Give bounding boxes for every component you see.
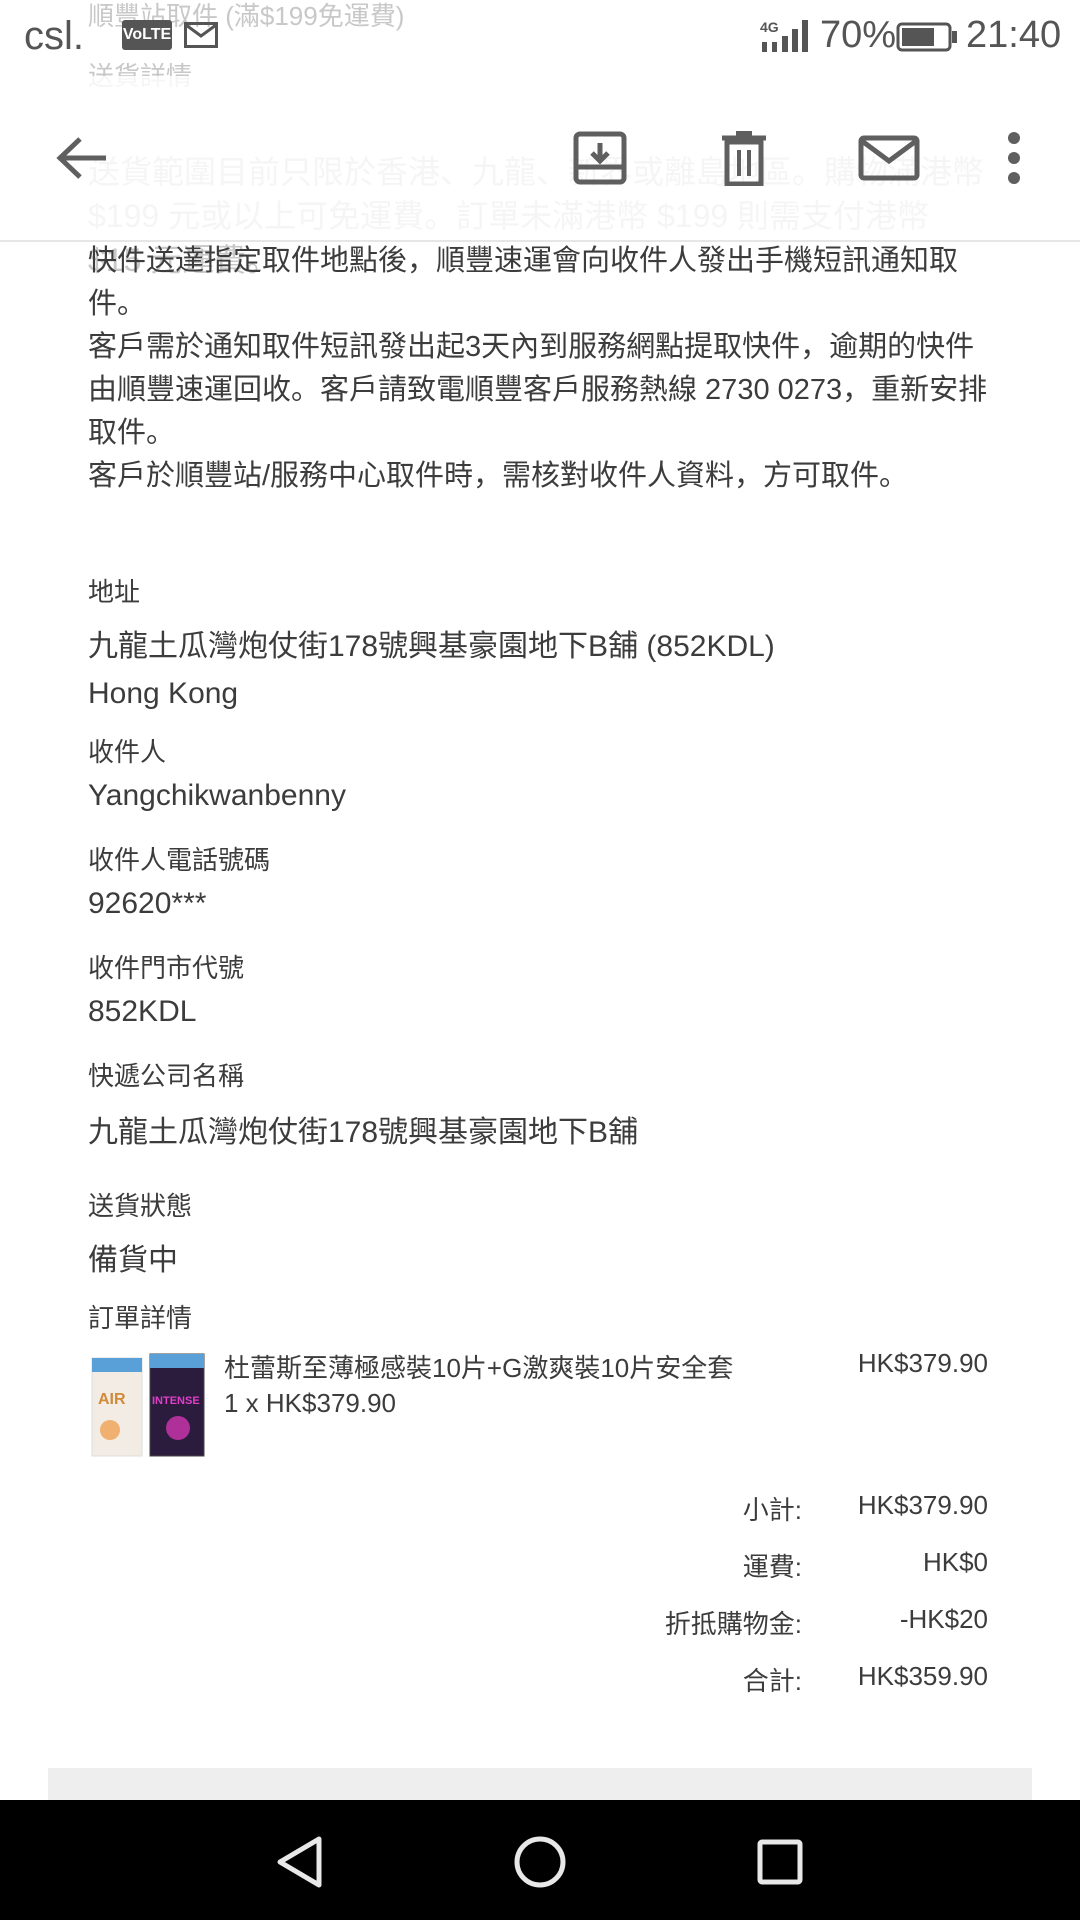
more-vert-icon[interactable] <box>982 126 1046 190</box>
product-name: 杜蕾斯至薄極感裝10片+G激爽裝10片安全套 <box>224 1353 734 1383</box>
battery-icon <box>896 22 958 57</box>
courier-field: 快遞公司名稱 九龍土瓜灣炮仗街178號興基豪園地下B舖 <box>88 1056 988 1151</box>
address-line-2: Hong Kong <box>88 677 239 710</box>
recipient-label: 收件人 <box>88 737 167 767</box>
notification-mail-icon <box>184 22 218 53</box>
delete-icon[interactable] <box>712 126 776 190</box>
network-type: 4G <box>760 19 779 35</box>
system-nav-bar <box>0 1800 1080 1920</box>
clock: 21:40 <box>966 14 1062 56</box>
subtotal-value: HK$379.90 <box>857 1490 988 1520</box>
carrier-name: csl. <box>24 14 84 58</box>
recipient-value: Yangchikwanbenny <box>88 779 346 812</box>
nav-back-icon[interactable] <box>268 1830 332 1894</box>
footer-card <box>48 1768 1032 1800</box>
shipping-fee-value: HK$0 <box>922 1547 988 1577</box>
archive-icon[interactable] <box>568 126 632 190</box>
recipient-field: 收件人 Yangchikwanbenny <box>88 732 988 813</box>
thumb-label-intense: INTENSE <box>152 1395 200 1407</box>
shipping-fee-label: 運費: <box>742 1552 802 1582</box>
shipping-status-value: 備貨中 <box>88 1244 178 1277</box>
subtotal-row: 小計: HK$379.90 <box>0 1490 1080 1530</box>
address-field: 地址 九龍土瓜灣炮仗街178號興基豪園地下B舖 (852KDL) Hong Ko… <box>88 572 988 711</box>
signal-icon: 4G <box>758 16 814 61</box>
product-quantity-price: 1 x HK$379.90 <box>224 1388 397 1418</box>
delivery-paragraph-3: 客戶於順豐站/服務中心取件時，需核對收件人資料，方可取件。 <box>88 460 909 492</box>
shipping-status-label: 送貨狀態 <box>88 1191 193 1221</box>
shipping-status-field: 送貨狀態 備貨中 <box>88 1186 988 1279</box>
thumb-label-air: AIR <box>98 1391 126 1408</box>
battery-percent: 70% <box>820 14 897 56</box>
delivery-paragraph-1: 快件送達指定取件地點後，順豐速運會向收件人發出手機短訊通知取件。 <box>88 245 959 320</box>
order-details-heading: 訂單詳情 <box>88 1298 988 1335</box>
order-details-label: 訂單詳情 <box>88 1303 193 1333</box>
delivery-info: 快件送達指定取件地點後，順豐速運會向收件人發出手機短訊通知取件。 客戶需於通知取… <box>88 240 988 498</box>
back-arrow-icon[interactable] <box>50 126 114 190</box>
total-row: 合計: HK$359.90 <box>0 1661 1080 1701</box>
app-bar <box>0 76 1080 242</box>
credit-label: 折抵購物金: <box>664 1609 802 1639</box>
volte-badge: VoLTE <box>122 20 172 50</box>
address-label: 地址 <box>88 577 141 607</box>
nav-recents-icon[interactable] <box>748 1830 812 1894</box>
phone-label: 收件人電話號碼 <box>88 845 271 875</box>
credit-value: -HK$20 <box>899 1604 988 1634</box>
courier-value: 九龍土瓜灣炮仗街178號興基豪園地下B舖 <box>88 1116 639 1149</box>
store-code-field: 收件門市代號 852KDL <box>88 948 988 1029</box>
mail-icon[interactable] <box>856 126 922 190</box>
product-thumbnail: AIR INTENSE <box>88 1352 208 1460</box>
nav-home-icon[interactable] <box>508 1830 572 1894</box>
total-label: 合計: <box>742 1666 802 1696</box>
status-bar: csl. VoLTE 4G 70% 21:40 <box>0 0 1080 76</box>
total-value: HK$359.90 <box>857 1661 988 1691</box>
store-code-value: 852KDL <box>88 995 197 1028</box>
courier-label: 快遞公司名稱 <box>88 1061 245 1091</box>
phone-value: 92620*** <box>88 887 207 920</box>
order-item[interactable]: AIR INTENSE 杜蕾斯至薄極感裝10片+G激爽裝10片安全套 1 x H… <box>88 1348 988 1468</box>
subtotal-label: 小計: <box>742 1495 802 1525</box>
credit-row: 折抵購物金: -HK$20 <box>0 1604 1080 1644</box>
shipping-fee-row: 運費: HK$0 <box>0 1547 1080 1587</box>
store-code-label: 收件門市代號 <box>88 953 245 983</box>
phone-field: 收件人電話號碼 92620*** <box>88 840 988 921</box>
delivery-paragraph-2: 客戶需於通知取件短訊發出起3天內到服務網點提取快件，逾期的快件由順豐速運回收。客… <box>88 331 988 449</box>
product-price: HK$379.90 <box>857 1348 988 1378</box>
address-line-1: 九龍土瓜灣炮仗街178號興基豪園地下B舖 (852KDL) <box>88 630 775 663</box>
